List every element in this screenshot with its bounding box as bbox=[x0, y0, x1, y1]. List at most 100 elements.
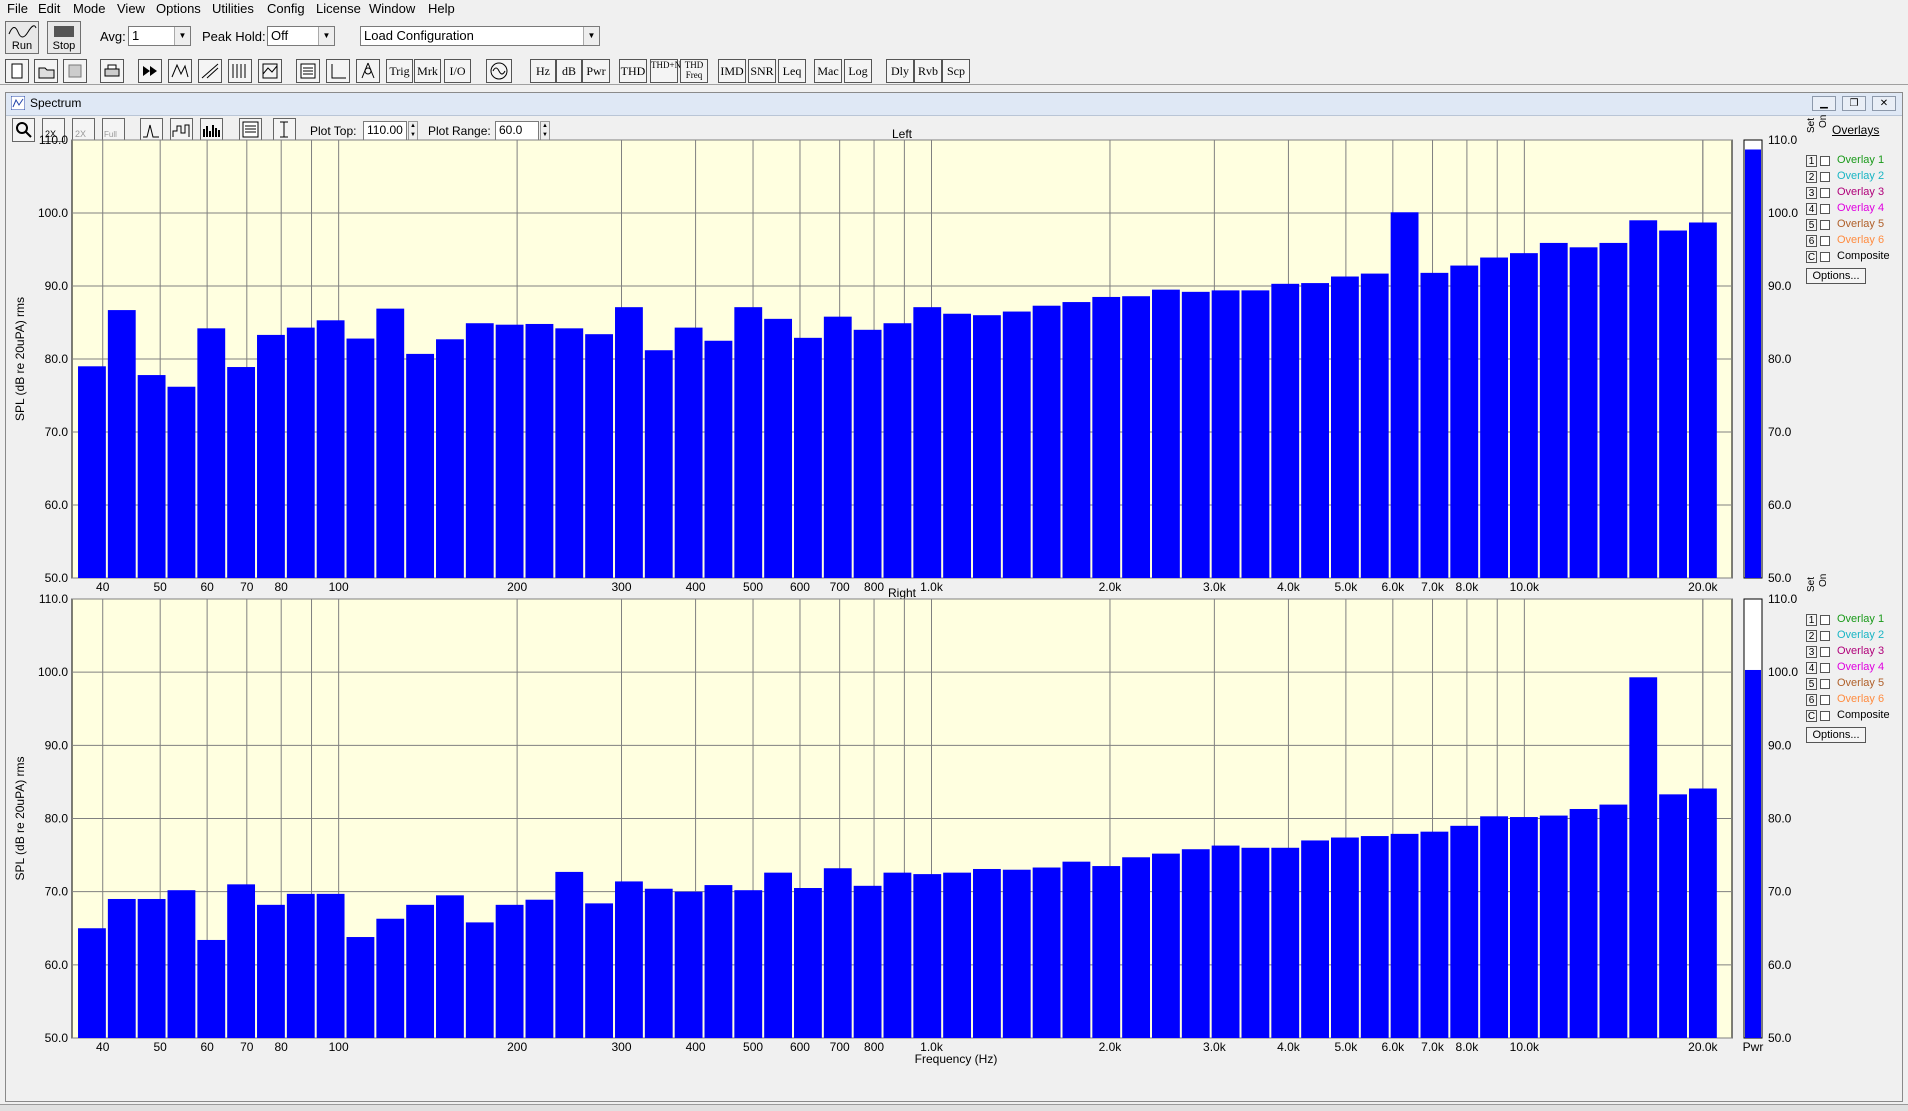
menu-options[interactable]: Options bbox=[156, 1, 201, 16]
config-select[interactable]: Load Configuration ▼ bbox=[360, 26, 600, 46]
overlay-checkbox[interactable] bbox=[1820, 663, 1830, 673]
stop-button[interactable]: Stop bbox=[47, 21, 81, 54]
avg-select[interactable]: 1 ▼ bbox=[128, 26, 191, 46]
tool-button-mac[interactable]: Mac bbox=[814, 59, 842, 83]
tool-button-log[interactable]: Log bbox=[844, 59, 872, 83]
tool-button-dly[interactable]: Dly bbox=[886, 59, 914, 83]
overlay-checkbox[interactable] bbox=[1820, 631, 1830, 641]
fast-forward-icon[interactable] bbox=[138, 59, 162, 83]
x-tick-label: 1.0k bbox=[920, 580, 944, 594]
composite-label: Composite bbox=[1837, 709, 1890, 721]
tool-button-i-o[interactable]: I/O bbox=[444, 59, 471, 83]
spectrum-bar bbox=[1688, 222, 1717, 579]
chevron-down-icon[interactable]: ▼ bbox=[583, 27, 599, 45]
overlay-checkbox[interactable] bbox=[1820, 647, 1830, 657]
overlay-set-button[interactable]: 4 bbox=[1806, 203, 1817, 215]
overlay-checkbox[interactable] bbox=[1820, 679, 1830, 689]
overlay-set-button[interactable]: 3 bbox=[1806, 187, 1817, 199]
tool-button-thd-n[interactable]: THD+N bbox=[650, 59, 681, 83]
overlay-checkbox[interactable] bbox=[1820, 695, 1830, 705]
x-tick-label: 8.0k bbox=[1456, 1040, 1480, 1054]
tool-button-leq[interactable]: Leq bbox=[778, 59, 806, 83]
overlay-options-button[interactable]: Options... bbox=[1806, 268, 1866, 284]
overlay-set-button[interactable]: 2 bbox=[1806, 171, 1817, 183]
spectrum-tool-icon[interactable] bbox=[168, 59, 192, 83]
overlay-checkbox[interactable] bbox=[1820, 188, 1830, 198]
spectrum-bar bbox=[585, 903, 614, 1038]
overlay-set-button[interactable]: 5 bbox=[1806, 678, 1817, 690]
axis-icon[interactable] bbox=[326, 59, 350, 83]
on-label: On bbox=[1818, 114, 1829, 128]
ramp-icon[interactable] bbox=[198, 59, 222, 83]
chevron-down-icon[interactable]: ▼ bbox=[318, 27, 334, 45]
overlay-checkbox[interactable] bbox=[1820, 220, 1830, 230]
overlay-checkbox[interactable] bbox=[1820, 172, 1830, 182]
tool-button-hz[interactable]: Hz bbox=[530, 59, 556, 83]
menu-config[interactable]: Config bbox=[267, 1, 305, 16]
new-file-icon[interactable] bbox=[5, 59, 29, 83]
spectrum-bar bbox=[1390, 833, 1419, 1038]
overlay-set-button[interactable]: 2 bbox=[1806, 630, 1817, 642]
composite-checkbox[interactable] bbox=[1820, 252, 1830, 262]
overlay-set-button[interactable]: 1 bbox=[1806, 155, 1817, 167]
tool-button-rvb[interactable]: Rvb bbox=[914, 59, 942, 83]
overlay-options-button[interactable]: Options... bbox=[1806, 727, 1866, 743]
menu-license[interactable]: License bbox=[316, 1, 361, 16]
tool-button-mrk[interactable]: Mrk bbox=[414, 59, 441, 83]
tool-button-scp[interactable]: Scp bbox=[942, 59, 970, 83]
x-tick-label: 7.0k bbox=[1421, 1040, 1445, 1054]
tool-button-thd-freq[interactable]: THD Freq bbox=[680, 59, 708, 83]
overlay-set-button[interactable]: 5 bbox=[1806, 219, 1817, 231]
print-icon[interactable] bbox=[100, 59, 124, 83]
waterfall-icon[interactable] bbox=[228, 59, 252, 83]
menu-edit[interactable]: Edit bbox=[38, 1, 60, 16]
tool-button-trig[interactable]: Trig bbox=[386, 59, 413, 83]
peak-hold-select[interactable]: Off ▼ bbox=[267, 26, 335, 46]
composite-set-button[interactable]: C bbox=[1806, 251, 1817, 263]
overlay-checkbox[interactable] bbox=[1820, 236, 1830, 246]
spectrum-bar bbox=[823, 868, 852, 1038]
tool-button-imd[interactable]: IMD bbox=[718, 59, 746, 83]
overlay-set-button[interactable]: 3 bbox=[1806, 646, 1817, 658]
overlay-checkbox[interactable] bbox=[1820, 615, 1830, 625]
spectrum-bar bbox=[794, 888, 822, 1038]
spectrum-bar bbox=[465, 922, 494, 1038]
spectrum-bar bbox=[883, 872, 912, 1038]
tool-button-snr[interactable]: SNR bbox=[748, 59, 776, 83]
composite-set-button[interactable]: C bbox=[1806, 710, 1817, 722]
spectrogram-icon[interactable] bbox=[258, 59, 282, 83]
generator-icon[interactable] bbox=[486, 59, 512, 83]
menu-utilities[interactable]: Utilities bbox=[212, 1, 254, 16]
compass-icon[interactable] bbox=[356, 59, 380, 83]
meter-tick-label: 100.0 bbox=[1768, 206, 1798, 220]
run-button[interactable]: Run bbox=[5, 21, 39, 54]
composite-checkbox[interactable] bbox=[1820, 711, 1830, 721]
menu-help[interactable]: Help bbox=[428, 1, 455, 16]
spectrum-bar bbox=[1002, 869, 1031, 1038]
menu-window[interactable]: Window bbox=[369, 1, 415, 16]
overlay-set-button[interactable]: 6 bbox=[1806, 235, 1817, 247]
overlay-checkbox[interactable] bbox=[1820, 156, 1830, 166]
overlay-set-button[interactable]: 6 bbox=[1806, 694, 1817, 706]
chevron-down-icon[interactable]: ▼ bbox=[174, 27, 190, 45]
tool-button-db[interactable]: dB bbox=[556, 59, 582, 83]
overlay-set-button[interactable]: 4 bbox=[1806, 662, 1817, 674]
spectrum-bar bbox=[764, 318, 793, 578]
x-tick-label: 60 bbox=[200, 1040, 214, 1054]
tool-button-thd[interactable]: THD bbox=[619, 59, 647, 83]
tool-button-pwr[interactable]: Pwr bbox=[582, 59, 610, 83]
save-icon[interactable] bbox=[63, 59, 87, 83]
menu-view[interactable]: View bbox=[117, 1, 145, 16]
notepad-icon[interactable] bbox=[296, 59, 320, 83]
menu-mode[interactable]: Mode bbox=[73, 1, 106, 16]
spectrum-bar bbox=[167, 386, 196, 578]
menu-file[interactable]: File bbox=[7, 1, 28, 16]
spectrum-bar bbox=[883, 323, 912, 578]
spectrum-bar bbox=[376, 308, 405, 578]
open-folder-icon[interactable] bbox=[34, 59, 58, 83]
overlay-set-button[interactable]: 1 bbox=[1806, 614, 1817, 626]
overlay-checkbox[interactable] bbox=[1820, 204, 1830, 214]
y-tick-label: 50.0 bbox=[45, 571, 69, 585]
spectrum-bar bbox=[1211, 290, 1240, 578]
y-tick-label: 100.0 bbox=[38, 206, 68, 220]
